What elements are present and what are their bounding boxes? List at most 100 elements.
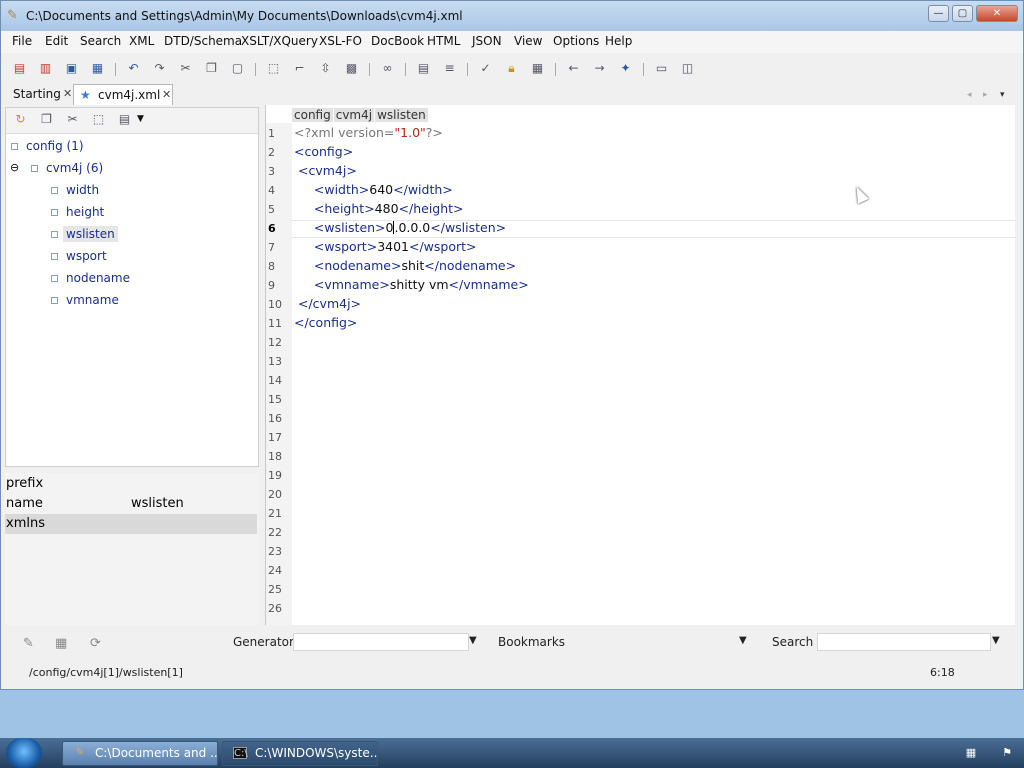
menu-dtd-schema[interactable]: DTD/Schema xyxy=(164,34,242,48)
tab-scroll-right-icon[interactable]: ▸ xyxy=(983,90,988,100)
indent-icon[interactable]: ≡ xyxy=(441,60,458,77)
breadcrumb-item[interactable]: cvm4j xyxy=(333,108,375,122)
tree-node-wsport[interactable]: wsport xyxy=(66,249,107,263)
copy-icon[interactable]: ❐ xyxy=(203,60,220,77)
menu-edit[interactable]: Edit xyxy=(45,34,68,48)
chevron-down-icon[interactable]: ▼ xyxy=(739,635,747,646)
breadcrumb-item[interactable]: config xyxy=(292,108,333,122)
select-node-icon[interactable]: ⬚ xyxy=(90,111,107,128)
tree-expander-icon[interactable]: ⊖ xyxy=(10,161,19,174)
attr-row[interactable]: xmlns xyxy=(5,514,257,534)
back-icon[interactable]: ← xyxy=(565,60,582,77)
xml-tag: <config> xyxy=(294,144,354,159)
cut-icon[interactable]: ✂ xyxy=(177,60,194,77)
code-line[interactable]: <?xml version="1.0"?> xyxy=(294,125,443,140)
tree-node-wslisten[interactable]: wslisten xyxy=(63,226,118,242)
bookmarks-label[interactable]: Bookmarks xyxy=(498,635,565,649)
chevron-down-icon[interactable]: ▼ xyxy=(992,635,1000,646)
attr-row[interactable]: prefix xyxy=(5,474,257,494)
save-all-icon[interactable]: ▦ xyxy=(89,60,106,77)
tab-close-icon[interactable]: ✕ xyxy=(63,84,72,104)
tab-scroll-left-icon[interactable]: ◂ xyxy=(967,90,972,100)
attr-row[interactable]: name wslisten xyxy=(5,494,257,514)
find-icon[interactable]: ∞ xyxy=(379,60,396,77)
tree-node-width[interactable]: width xyxy=(66,183,99,197)
keyboard-icon[interactable]: ▦ xyxy=(965,747,977,759)
code-line[interactable]: <width>640</width> xyxy=(294,182,453,197)
new-file-icon[interactable]: ▤ xyxy=(11,60,28,77)
code-line[interactable]: <wsport>3401</wsport> xyxy=(294,239,477,254)
code-line[interactable]: <nodename>shit</nodename> xyxy=(294,258,516,273)
close-button[interactable]: ✕ xyxy=(976,5,1018,22)
node-menu-icon[interactable]: ▤ xyxy=(116,111,133,128)
pin-icon[interactable]: ✦ xyxy=(617,60,634,77)
menu-docbook[interactable]: DocBook xyxy=(371,34,424,48)
tab-cvm4j-xml[interactable]: ★ cvm4j.xml ✕ xyxy=(73,84,173,105)
vertical-split-icon[interactable]: ◫ xyxy=(679,60,696,77)
search-input[interactable] xyxy=(817,633,991,651)
title-bar[interactable]: ✎ C:\Documents and Settings\Admin\My Doc… xyxy=(1,1,1023,31)
tree-node-icon xyxy=(31,165,38,172)
document-icon[interactable]: ▦ xyxy=(529,60,546,77)
tab-close-icon[interactable]: ✕ xyxy=(162,85,171,105)
code-line[interactable]: <cvm4j> xyxy=(294,163,357,178)
code-line[interactable]: <config> xyxy=(294,144,353,159)
code-editor[interactable]: config cvm4j wslisten 1 2 3 4 5 6 7 8 9 10 11 12 13 14 1… xyxy=(265,105,1016,625)
tree-node-height[interactable]: height xyxy=(66,205,104,219)
horizontal-split-icon[interactable]: ▭ xyxy=(653,60,670,77)
menu-options[interactable]: Options xyxy=(553,34,599,48)
format-icon[interactable]: ▤ xyxy=(415,60,432,77)
breadcrumb-item[interactable]: wslisten xyxy=(375,108,428,122)
menu-help[interactable]: Help xyxy=(605,34,632,48)
copy-node-icon[interactable]: ❐ xyxy=(38,111,55,128)
cut-node-icon[interactable]: ✂ xyxy=(64,111,81,128)
tree-node-cvm4j[interactable]: cvm4j (6) xyxy=(46,161,103,175)
tree-node-vmname[interactable]: vmname xyxy=(66,293,119,307)
generator-select[interactable] xyxy=(293,633,469,651)
line-number: 20 xyxy=(268,488,282,501)
menu-json[interactable]: JSON xyxy=(472,34,502,48)
paste-icon[interactable]: ▢ xyxy=(229,60,246,77)
taskbar-item-editor[interactable]: ✎ C:\Documents and ... xyxy=(62,741,218,766)
redo-icon[interactable]: ↷ xyxy=(151,60,168,77)
validate-icon[interactable]: ✓ xyxy=(477,60,494,77)
save-icon[interactable]: ▣ xyxy=(63,60,80,77)
minimize-button[interactable]: — xyxy=(928,5,949,22)
network-icon[interactable]: ⚑ xyxy=(1001,747,1013,759)
taskbar: ✎ C:\Documents and ... C:\ C:\WINDOWS\sy… xyxy=(0,738,1024,768)
menu-xml[interactable]: XML xyxy=(129,34,154,48)
code-line[interactable]: <vmname>shitty vm</vmname> xyxy=(294,277,529,292)
select-icon[interactable]: ⬚ xyxy=(265,60,282,77)
code-line[interactable]: <wslisten>0.0.0.0</wslisten> xyxy=(294,220,506,235)
menu-xsl-fo[interactable]: XSL-FO xyxy=(319,34,362,48)
start-button[interactable] xyxy=(6,738,42,768)
code-line[interactable]: </config> xyxy=(294,315,357,330)
code-line[interactable]: <height>480</height> xyxy=(294,201,464,216)
taskbar-item-cmd[interactable]: C:\ C:\WINDOWS\syste... xyxy=(222,741,378,766)
split-icon[interactable]: ⇳ xyxy=(317,60,334,77)
undo-icon[interactable]: ↶ xyxy=(125,60,142,77)
menu-view[interactable]: View xyxy=(514,34,542,48)
grid-icon[interactable]: ▦ xyxy=(55,636,67,651)
package-icon[interactable]: ▩ xyxy=(343,60,360,77)
maximize-button[interactable]: ▢ xyxy=(952,5,973,22)
pen-icon[interactable]: ✎ xyxy=(23,636,34,651)
chevron-down-icon[interactable]: ▼ xyxy=(132,111,149,128)
forward-icon[interactable]: → xyxy=(591,60,608,77)
menu-html[interactable]: HTML xyxy=(427,34,460,48)
chevron-down-icon[interactable]: ▼ xyxy=(469,635,477,646)
tab-starting[interactable]: Starting ✕ xyxy=(3,84,73,105)
refresh-icon[interactable]: ↻ xyxy=(12,111,29,128)
tab-list-icon[interactable]: ▾ xyxy=(1000,90,1005,100)
star-icon: ★ xyxy=(80,88,91,102)
settings-icon[interactable]: ⟳ xyxy=(90,636,101,651)
menu-xslt-xquery[interactable]: XSLT/XQuery xyxy=(241,34,318,48)
menu-file[interactable]: File xyxy=(12,34,32,48)
lock-icon[interactable]: 🔒︎ xyxy=(503,60,520,77)
open-folder-icon[interactable]: ⌐ xyxy=(291,60,308,77)
new-template-icon[interactable]: ▥ xyxy=(37,60,54,77)
tree-node-config[interactable]: config (1) xyxy=(26,139,84,153)
code-line[interactable]: </cvm4j> xyxy=(294,296,361,311)
menu-search[interactable]: Search xyxy=(80,34,121,48)
tree-node-nodename[interactable]: nodename xyxy=(66,271,130,285)
